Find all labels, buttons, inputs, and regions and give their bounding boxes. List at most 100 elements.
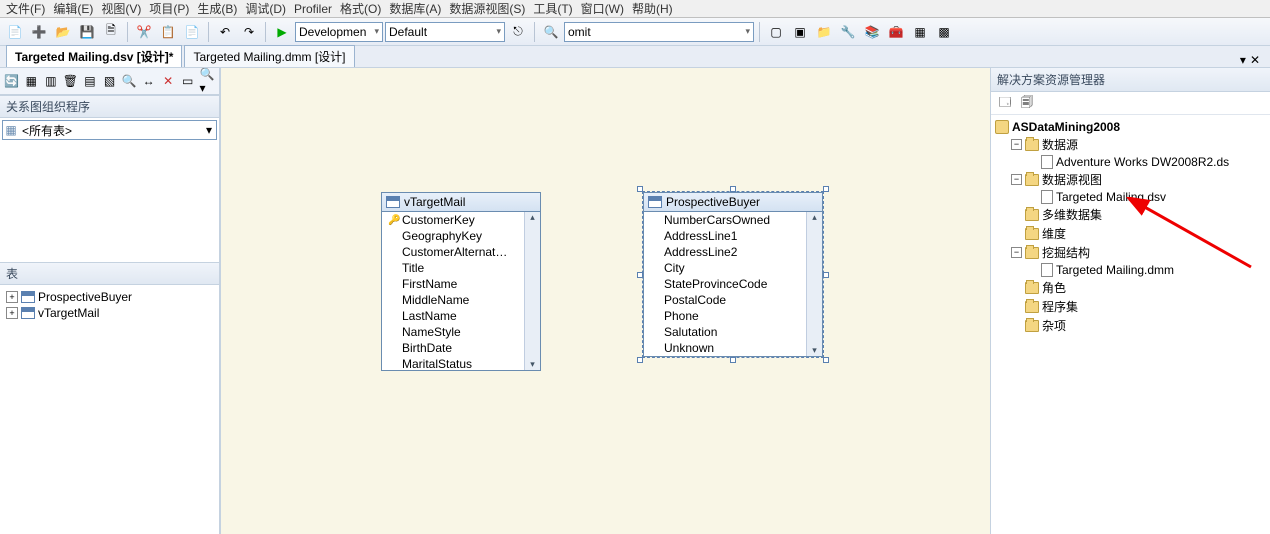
open-icon[interactable]: 📂: [52, 21, 74, 43]
column-item[interactable]: BirthDate: [382, 340, 540, 356]
expander-icon[interactable]: +: [6, 307, 18, 319]
start-page-icon[interactable]: ▦: [909, 21, 931, 43]
hide-table-icon[interactable]: ▧: [101, 71, 119, 91]
expander-icon[interactable]: +: [6, 291, 18, 303]
menu-tools[interactable]: 工具(T): [533, 0, 572, 17]
add-item-icon[interactable]: ➕: [28, 21, 50, 43]
column-item[interactable]: CustomerAlternat…: [382, 244, 540, 260]
menu-profiler[interactable]: Profiler: [294, 2, 332, 16]
column-item[interactable]: MiddleName: [382, 292, 540, 308]
mining-item[interactable]: Targeted Mailing.dmm: [993, 262, 1268, 278]
column-item[interactable]: PostalCode: [644, 292, 822, 308]
dsv-canvas[interactable]: vTargetMail 🔑CustomerKey GeographyKey Cu…: [220, 68, 990, 534]
dsviews-folder[interactable]: −数据源视图: [993, 170, 1268, 189]
misc-folder[interactable]: 杂项: [993, 316, 1268, 335]
project-node[interactable]: ASDataMining2008: [993, 119, 1268, 135]
table-item-vtargetmail[interactable]: + vTargetMail: [4, 305, 215, 321]
object-browser-icon[interactable]: 📚: [861, 21, 883, 43]
collapse-icon[interactable]: −: [1011, 247, 1022, 258]
find-table-icon[interactable]: 🔍: [120, 71, 138, 91]
column-item[interactable]: NumberCarsOwned: [644, 212, 822, 228]
redo-icon[interactable]: ↷: [238, 21, 260, 43]
scrollbar[interactable]: ▴▾: [806, 212, 822, 356]
properties-icon[interactable]: 🗔: [997, 95, 1013, 111]
window-icon-2[interactable]: ▣: [789, 21, 811, 43]
close-document-icon[interactable]: ✕: [1250, 53, 1260, 67]
column-item[interactable]: 🔑CustomerKey: [382, 212, 540, 228]
column-item[interactable]: StateProvinceCode: [644, 276, 822, 292]
menu-edit[interactable]: 编辑(E): [53, 0, 93, 17]
window-icon-1[interactable]: ▢: [765, 21, 787, 43]
menu-dsv[interactable]: 数据源视图(S): [449, 0, 525, 17]
tab-dsv[interactable]: Targeted Mailing.dsv [设计]*: [6, 45, 182, 67]
tab-dmm[interactable]: Targeted Mailing.dmm [设计]: [184, 45, 354, 67]
paste-icon[interactable]: 📄: [181, 21, 203, 43]
cut-icon[interactable]: ✂️: [133, 21, 155, 43]
collapse-icon[interactable]: −: [1011, 139, 1022, 150]
column-item[interactable]: AddressLine1: [644, 228, 822, 244]
dsv-item[interactable]: Targeted Mailing.dsv: [993, 189, 1268, 205]
column-item[interactable]: Unknown: [644, 340, 822, 356]
table-prospectivebuyer[interactable]: ProspectiveBuyer NumberCarsOwned Address…: [643, 192, 823, 357]
properties-icon[interactable]: 🔧: [837, 21, 859, 43]
menu-window[interactable]: 窗口(W): [581, 0, 624, 17]
menu-help[interactable]: 帮助(H): [632, 0, 673, 17]
show-all-files-icon[interactable]: 🗐: [1019, 95, 1035, 111]
arrange-icon[interactable]: ↔: [140, 71, 158, 91]
chevron-down-icon[interactable]: ▾: [202, 123, 216, 137]
datasources-folder[interactable]: −数据源: [993, 135, 1268, 154]
menu-debug[interactable]: 调试(D): [245, 0, 286, 17]
menu-database[interactable]: 数据库(A): [389, 0, 441, 17]
copy-icon[interactable]: 📋: [157, 21, 179, 43]
table-title[interactable]: ProspectiveBuyer: [644, 193, 822, 212]
dimensions-folder[interactable]: 维度: [993, 224, 1268, 243]
zoom-dropdown[interactable]: 🔍▾: [198, 71, 216, 91]
solution-config-combo[interactable]: Developmen▾: [295, 22, 383, 42]
show-table-icon[interactable]: ▤: [81, 71, 99, 91]
column-item[interactable]: City: [644, 260, 822, 276]
roles-folder[interactable]: 角色: [993, 278, 1268, 297]
column-item[interactable]: MaritalStatus: [382, 356, 540, 370]
menu-file[interactable]: 文件(F): [6, 0, 45, 17]
platform-combo[interactable]: Default▾: [385, 22, 505, 42]
delete-icon[interactable]: 🗑: [62, 71, 80, 91]
solution-explorer-icon[interactable]: 📁: [813, 21, 835, 43]
column-item[interactable]: AddressLine2: [644, 244, 822, 260]
deploy-icon[interactable]: ⎋: [507, 21, 529, 43]
table-title[interactable]: vTargetMail: [382, 193, 540, 212]
undo-icon[interactable]: ↶: [214, 21, 236, 43]
layout-icon[interactable]: ▭: [179, 71, 197, 91]
column-item[interactable]: LastName: [382, 308, 540, 324]
column-item[interactable]: Phone: [644, 308, 822, 324]
column-item[interactable]: Salutation: [644, 324, 822, 340]
all-tables-filter[interactable]: ▦ <所有表> ▾: [2, 120, 217, 140]
table-vtargetmail[interactable]: vTargetMail 🔑CustomerKey GeographyKey Cu…: [381, 192, 541, 371]
save-all-icon[interactable]: 🗎: [100, 21, 122, 43]
menu-view[interactable]: 视图(V): [101, 0, 141, 17]
table-item-prospectivebuyer[interactable]: + ProspectiveBuyer: [4, 289, 215, 305]
collapse-icon[interactable]: −: [1011, 174, 1022, 185]
menu-project[interactable]: 项目(P): [149, 0, 189, 17]
assemblies-folder[interactable]: 程序集: [993, 297, 1268, 316]
refresh-icon[interactable]: 🔄: [3, 71, 21, 91]
find-combo[interactable]: omit▾: [564, 22, 754, 42]
scrollbar[interactable]: ▴▾: [524, 212, 540, 370]
run-icon[interactable]: ▶: [271, 21, 293, 43]
cubes-folder[interactable]: 多维数据集: [993, 205, 1268, 224]
mining-folder[interactable]: −挖掘结构: [993, 243, 1268, 262]
save-icon[interactable]: 💾: [76, 21, 98, 43]
zoom-icon[interactable]: ✕: [159, 71, 177, 91]
extra-icon[interactable]: ▩: [933, 21, 955, 43]
datasource-item[interactable]: Adventure Works DW2008R2.ds: [993, 154, 1268, 170]
new-named-query-icon[interactable]: ▥: [42, 71, 60, 91]
add-table-icon[interactable]: ▦: [23, 71, 41, 91]
toolbox-icon[interactable]: 🧰: [885, 21, 907, 43]
active-files-dropdown-icon[interactable]: ▾: [1240, 53, 1246, 67]
column-item[interactable]: GeographyKey: [382, 228, 540, 244]
menu-format[interactable]: 格式(O): [340, 0, 381, 17]
new-project-icon[interactable]: 📄: [4, 21, 26, 43]
menu-build[interactable]: 生成(B): [197, 0, 237, 17]
column-item[interactable]: Title: [382, 260, 540, 276]
column-item[interactable]: NameStyle: [382, 324, 540, 340]
column-item[interactable]: FirstName: [382, 276, 540, 292]
